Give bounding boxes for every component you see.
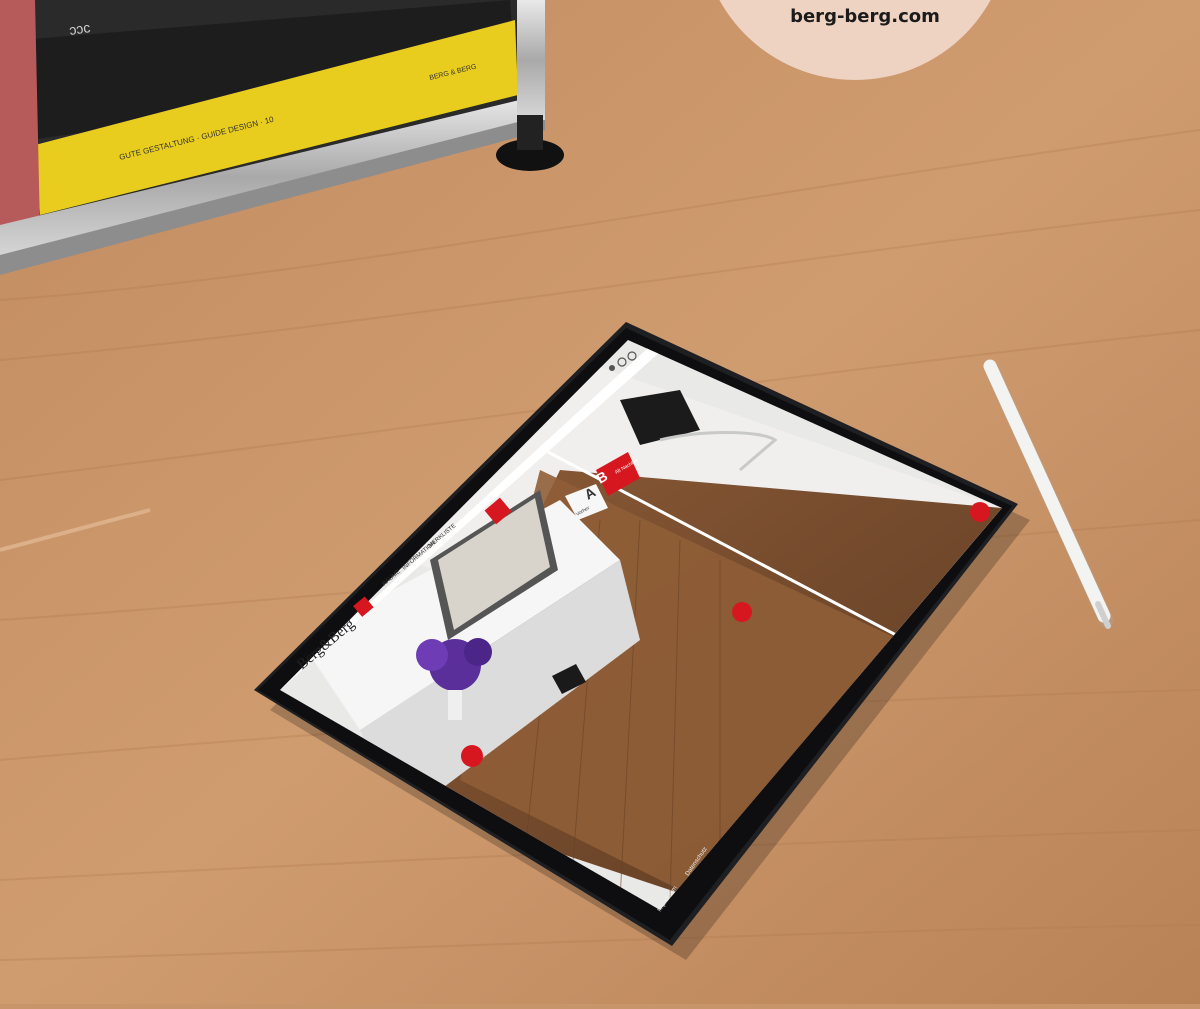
- floor-hotspot-icon[interactable]: [730, 600, 754, 624]
- edit-pencil-icon[interactable]: [460, 744, 484, 768]
- nav-watchlist-button[interactable]: [428, 518, 456, 546]
- floorplan-icon[interactable]: [484, 498, 510, 524]
- nav-information-button[interactable]: [400, 538, 428, 568]
- reset-icon[interactable]: [968, 500, 992, 524]
- settings-icons[interactable]: [606, 348, 640, 374]
- compare-b-button[interactable]: [596, 452, 640, 492]
- footer-impressum-link[interactable]: [652, 866, 678, 916]
- rooms-grid-icon[interactable]: [352, 596, 374, 618]
- nav-rooms-button[interactable]: [378, 566, 402, 586]
- footer-privacy-link[interactable]: [680, 830, 706, 880]
